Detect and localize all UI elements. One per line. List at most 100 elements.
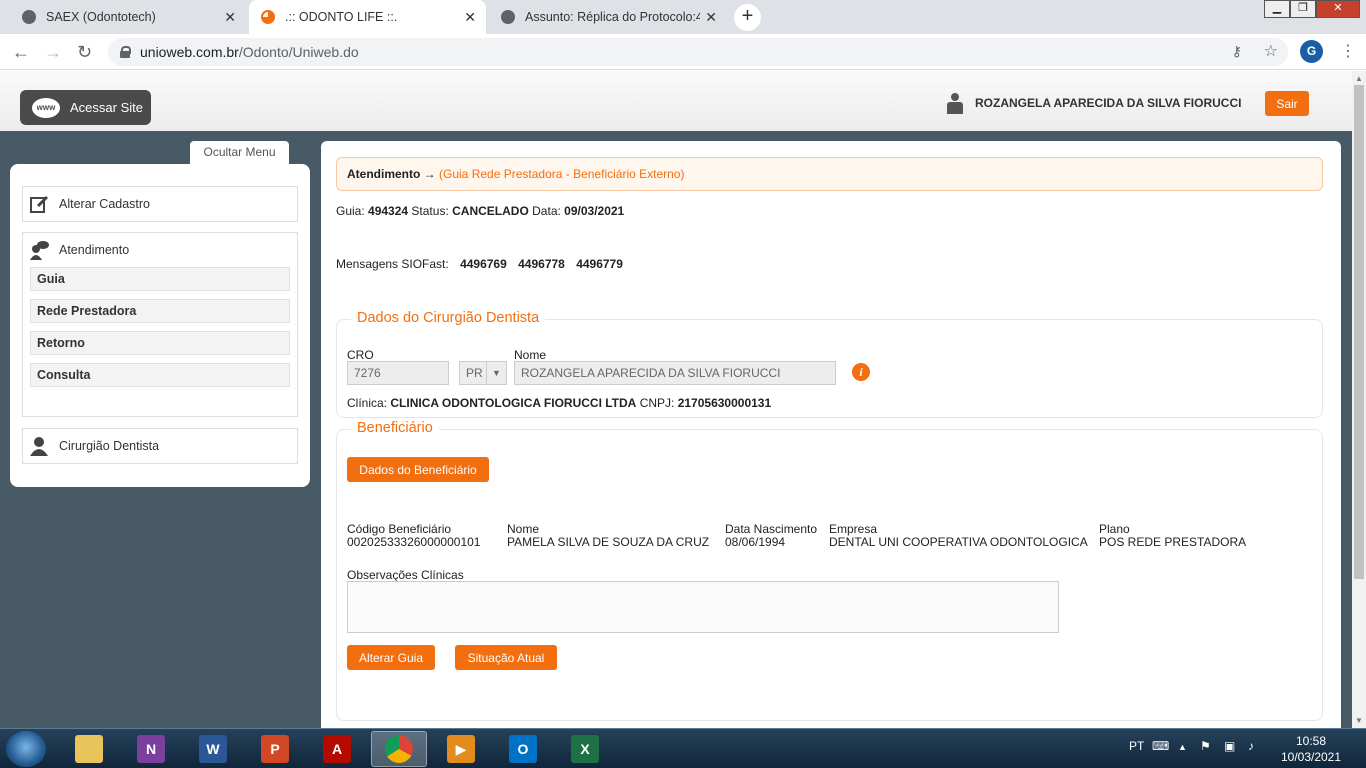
taskbar-app-onenote[interactable]: N <box>123 731 179 767</box>
dentista-fieldset: Dados do Cirurgião Dentista CRO 7276 PR … <box>336 310 1323 418</box>
situacao-atual-button[interactable]: Situação Atual <box>455 645 557 670</box>
browser-tab-assunto[interactable]: Assunto: Réplica do Protocolo:40 ✕ <box>489 0 727 34</box>
taskbar-app-excel[interactable]: X <box>557 731 613 767</box>
clinica-label: Clínica: <box>347 396 388 410</box>
globe-icon <box>501 10 515 24</box>
sidebar: Alterar Cadastro Atendimento Guia Rede P… <box>10 164 310 487</box>
forward-icon[interactable]: → <box>44 42 62 63</box>
network-icon[interactable]: ▣ <box>1224 739 1235 753</box>
acessar-site-button[interactable]: www Acessar Site <box>20 90 151 125</box>
logged-user-name: ROZANGELA APARECIDA DA SILVA FIORUCCI <box>975 96 1242 110</box>
reload-icon[interactable]: ↻ <box>77 42 92 63</box>
taskbar-app-outlook[interactable]: O <box>495 731 551 767</box>
taskbar-app-word[interactable]: W <box>185 731 241 767</box>
taskbar-app-powerpoint[interactable]: P <box>247 731 303 767</box>
submenu-guia[interactable]: Guia <box>30 267 290 291</box>
clock-time: 10:58 <box>1295 734 1327 748</box>
language-indicator[interactable]: PT <box>1129 739 1144 753</box>
sidebar-item-label: Alterar Cadastro <box>59 197 151 211</box>
cro-input[interactable]: 7276 <box>347 361 449 385</box>
globe-icon <box>22 10 36 24</box>
url-host: unioweb.com.br <box>140 44 239 60</box>
nome-beneficiario-label: Nome <box>507 522 540 536</box>
back-icon[interactable]: ← <box>12 42 30 63</box>
codigo-beneficiario-label: Código Beneficiário <box>347 522 452 536</box>
taskbar-app-chrome[interactable] <box>371 731 427 767</box>
submenu-rede-prestadora[interactable]: Rede Prestadora <box>30 299 290 323</box>
nome-beneficiario-value: PAMELA SILVA DE SOUZA DA CRUZ <box>507 535 710 549</box>
siofast-message[interactable]: 4496779 <box>576 257 623 271</box>
browser-menu-icon[interactable]: ⋮ <box>1340 41 1356 61</box>
action-center-icon[interactable]: ⚑ <box>1200 739 1211 753</box>
data-value: 09/03/2021 <box>564 204 625 218</box>
new-tab-button[interactable]: + <box>734 4 761 31</box>
observacoes-textarea[interactable] <box>347 581 1059 633</box>
close-tab-icon[interactable]: ✕ <box>705 9 717 26</box>
logout-button[interactable]: Sair <box>1265 91 1309 116</box>
breadcrumb: Atendimento → (Guia Rede Prestadora - Be… <box>336 157 1323 191</box>
profile-avatar[interactable]: G <box>1300 40 1323 63</box>
start-button[interactable] <box>6 731 46 767</box>
main-content: Atendimento → (Guia Rede Prestadora - Be… <box>321 141 1341 728</box>
edit-icon <box>30 195 49 213</box>
bookmark-star-icon[interactable]: ☆ <box>1264 41 1278 61</box>
siofast-messages: Mensagens SIOFast: 4496769 4496778 44967… <box>336 257 623 271</box>
siofast-message[interactable]: 4496778 <box>518 257 565 271</box>
keyboard-icon[interactable]: ⌨ <box>1152 739 1169 753</box>
close-window-button[interactable]: ✕ <box>1316 0 1360 18</box>
observacoes-label: Observações Clínicas <box>347 568 464 582</box>
taskbar-app-explorer[interactable] <box>61 731 117 767</box>
siofast-label: Mensagens SIOFast: <box>336 257 449 271</box>
page-scrollbar[interactable]: ▲ ▼ <box>1352 71 1366 728</box>
chat-user-icon <box>30 241 49 260</box>
breadcrumb-title: Atendimento → <box>347 167 436 181</box>
onenote-icon: N <box>137 735 165 763</box>
sidebar-item-cirurgiao-dentista[interactable]: Cirurgião Dentista <box>22 428 298 464</box>
submenu-retorno[interactable]: Retorno <box>30 331 290 355</box>
submenu-consulta[interactable]: Consulta <box>30 363 290 387</box>
close-tab-icon[interactable]: ✕ <box>224 9 236 26</box>
empresa-label: Empresa <box>829 522 878 536</box>
key-icon[interactable]: ⚷ <box>1232 43 1242 60</box>
browser-tab-saex[interactable]: SAEX (Odontotech) ✕ <box>10 0 246 34</box>
tab-title: Assunto: Réplica do Protocolo:40 <box>525 10 700 24</box>
nome-input[interactable]: ROZANGELA APARECIDA DA SILVA FIORUCCI <box>514 361 836 385</box>
maximize-button[interactable]: ❐ <box>1290 0 1316 18</box>
scroll-down-icon[interactable]: ▼ <box>1355 716 1363 725</box>
system-clock[interactable]: 10:58 10/03/2021 <box>1280 733 1342 765</box>
dentista-legend: Dados do Cirurgião Dentista <box>351 310 546 326</box>
user-icon <box>946 93 964 115</box>
close-tab-icon[interactable]: ✕ <box>464 9 476 26</box>
uf-select[interactable]: PR ▼ <box>459 361 507 385</box>
clock-date: 10/03/2021 <box>1280 750 1342 764</box>
dados-beneficiario-button[interactable]: Dados do Beneficiário <box>347 457 489 482</box>
guia-summary: Guia: 494324 Status: CANCELADO Data: 09/… <box>336 204 624 218</box>
acessar-site-label: Acessar Site <box>70 100 143 115</box>
taskbar-app-acrobat[interactable]: A <box>309 731 365 767</box>
address-bar[interactable]: unioweb.com.br/Odonto/Uniweb.do ⚷ ☆ <box>108 38 1288 66</box>
tray-expand-icon[interactable]: ▲ <box>1178 742 1187 752</box>
scroll-up-icon[interactable]: ▲ <box>1355 74 1363 83</box>
siofast-message[interactable]: 4496769 <box>460 257 507 271</box>
alterar-guia-button[interactable]: Alterar Guia <box>347 645 435 670</box>
plano-label: Plano <box>1099 522 1130 536</box>
data-label: Data: <box>532 204 561 218</box>
outlook-icon: O <box>509 735 537 763</box>
odonto-favicon-icon <box>261 10 275 24</box>
sidebar-item-alterar-cadastro[interactable]: Alterar Cadastro <box>22 186 298 222</box>
cnpj-value: 21705630000131 <box>677 396 772 410</box>
sidebar-item-label: Atendimento <box>59 243 130 257</box>
sidebar-item-atendimento[interactable]: Atendimento Guia Rede Prestadora Retorno… <box>22 232 298 417</box>
data-nascimento-value: 08/06/1994 <box>725 535 786 549</box>
browser-tab-odonto-life[interactable]: .:: ODONTO LIFE ::. ✕ <box>249 0 486 34</box>
minimize-button[interactable]: ▁ <box>1264 0 1290 18</box>
cro-label: CRO <box>347 348 374 362</box>
taskbar: N W P A ▶ O X PT ⌨ ▲ ⚑ ▣ ♪ 10:58 10/03/2… <box>0 728 1366 768</box>
tab-title: SAEX (Odontotech) <box>46 10 156 24</box>
scrollbar-thumb[interactable] <box>1354 85 1364 579</box>
www-globe-icon: www <box>32 97 60 118</box>
info-icon[interactable]: i <box>852 363 870 381</box>
taskbar-app-media-player[interactable]: ▶ <box>433 731 489 767</box>
volume-icon[interactable]: ♪ <box>1248 739 1254 753</box>
cnpj-label: CNPJ: <box>639 396 675 410</box>
